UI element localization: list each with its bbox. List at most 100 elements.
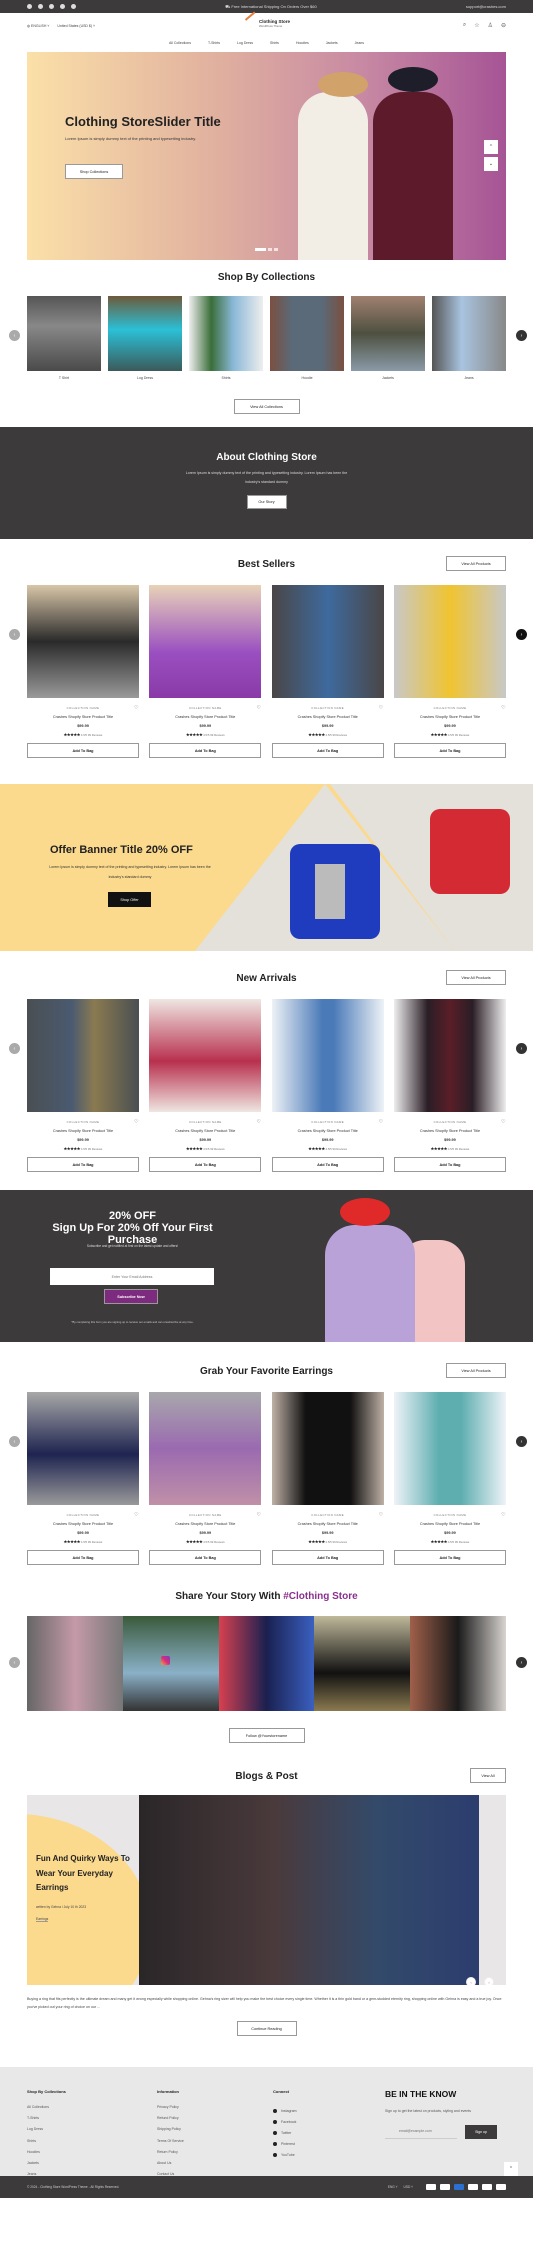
add-to-bag-button[interactable]: Add To Bag	[27, 743, 139, 758]
add-to-bag-button[interactable]: Add To Bag	[393, 1157, 506, 1172]
add-to-bag-button[interactable]: Add To Bag	[271, 1157, 384, 1172]
collection-item[interactable]: Log Dress	[108, 296, 182, 380]
product-title[interactable]: Crashes Shopify Store Product Title	[27, 1522, 139, 1526]
product-card[interactable]: COLLECTION NAME ♡ Crashes Shopify Store Pr…	[393, 1392, 506, 1565]
footer-link[interactable]: Refund Policy	[157, 2116, 273, 2127]
product-title[interactable]: Crashes Shopify Store Product Title	[27, 1129, 139, 1133]
product-image[interactable]	[27, 585, 139, 698]
heart-icon[interactable]: ♡	[134, 705, 139, 711]
footer-link[interactable]: Jeans	[27, 2172, 157, 2183]
currency-selector[interactable]: United States (USD $) ˅	[57, 24, 95, 28]
facebook-icon[interactable]	[27, 4, 32, 9]
product-image[interactable]	[271, 999, 384, 1112]
product-title[interactable]: Crashes Shopify Store Product Title	[394, 1129, 506, 1133]
view-all-products-button[interactable]: View All Products	[446, 1363, 506, 1378]
continue-reading-button[interactable]: Continue Reading	[236, 2021, 297, 2036]
product-title[interactable]: Crashes Shopify Store Product Title	[149, 715, 261, 719]
nav-shirts[interactable]: Shirts	[270, 41, 279, 45]
footer-link[interactable]: Jackets	[27, 2161, 157, 2172]
heart-icon[interactable]: ♡	[134, 1119, 139, 1125]
footer-link[interactable]: All Collections	[27, 2105, 157, 2116]
instagram-post[interactable]	[122, 1616, 219, 1711]
product-title[interactable]: Crashes Shopify Store Product Title	[149, 1522, 261, 1526]
view-all-products-button[interactable]: View All Products	[446, 970, 506, 985]
heart-icon[interactable]: ♡	[256, 1119, 261, 1125]
logo[interactable]: Clothing Store WordPress Theme	[243, 16, 290, 30]
account-icon[interactable]: ♙	[488, 22, 493, 29]
search-icon[interactable]: ⌕	[463, 22, 466, 29]
sign-up-button[interactable]: Sign up	[465, 2124, 497, 2139]
product-card[interactable]: COLLECTION NAME ♡ Crashes Shopify Store Pr…	[149, 999, 262, 1172]
product-title[interactable]: Crashes Shopify Store Product Title	[394, 715, 506, 719]
heart-icon[interactable]: ♡	[256, 705, 261, 711]
product-image[interactable]	[149, 585, 262, 698]
collection-item[interactable]: Shirts	[189, 296, 263, 380]
heart-icon[interactable]: ♡	[501, 1119, 506, 1125]
footer-link[interactable]: Hoodies	[27, 2150, 157, 2161]
footer-link[interactable]: Terms Of Service	[157, 2139, 273, 2150]
product-card[interactable]: COLLECTION NAME ♡ Crashes Shopify Store Pr…	[393, 585, 506, 758]
slide-up-arrow[interactable]: ⌃	[484, 140, 498, 154]
product-title[interactable]: Crashes Shopify Store Product Title	[272, 1522, 384, 1526]
add-to-bag-button[interactable]: Add To Bag	[271, 1550, 384, 1565]
youtube-icon[interactable]	[60, 4, 65, 9]
nav-log-dress[interactable]: Log Dress	[237, 41, 253, 45]
add-to-bag-button[interactable]: Add To Bag	[27, 1550, 139, 1565]
view-all-blogs-button[interactable]: View All	[470, 1768, 506, 1783]
product-image[interactable]	[271, 1392, 384, 1505]
prev-arrow[interactable]: ‹	[9, 629, 20, 640]
collection-item[interactable]: T Shirt	[27, 296, 101, 380]
slide-dot[interactable]	[255, 248, 266, 251]
blog-next-arrow[interactable]: ›	[484, 1977, 494, 1985]
add-to-bag-button[interactable]: Add To Bag	[149, 1157, 262, 1172]
collection-item[interactable]: Hoodie	[270, 296, 344, 380]
footer-link[interactable]: Shirts	[27, 2139, 157, 2150]
add-to-bag-button[interactable]: Add To Bag	[149, 743, 262, 758]
product-image[interactable]	[27, 1392, 139, 1505]
heart-icon[interactable]: ♡	[379, 1119, 384, 1125]
footer-facebook-link[interactable]: Facebook	[273, 2116, 385, 2127]
product-image[interactable]	[149, 999, 262, 1112]
add-to-bag-button[interactable]: Add To Bag	[27, 1157, 139, 1172]
prev-arrow[interactable]: ‹	[9, 1657, 20, 1668]
product-title[interactable]: Crashes Shopify Store Product Title	[272, 1129, 384, 1133]
heart-icon[interactable]: ♡	[379, 1512, 384, 1518]
collection-item[interactable]: Jackets	[351, 296, 425, 380]
instagram-post[interactable]	[218, 1616, 315, 1711]
shop-offer-button[interactable]: Shop Offer	[108, 892, 151, 907]
add-to-bag-button[interactable]: Add To Bag	[271, 743, 384, 758]
prev-arrow[interactable]: ‹	[9, 1043, 20, 1054]
product-card[interactable]: COLLECTION NAME ♡ Crashes Shopify Store Pr…	[271, 585, 384, 758]
product-image[interactable]	[393, 585, 506, 698]
footer-link[interactable]: About Us	[157, 2161, 273, 2172]
email-input[interactable]	[50, 1268, 214, 1285]
view-all-collections-button[interactable]: View All Collections	[233, 399, 300, 414]
follow-button[interactable]: Follow @Yourstorename	[228, 1728, 305, 1743]
next-arrow[interactable]: ›	[516, 330, 527, 341]
footer-currency-selector[interactable]: USD ˅	[404, 2185, 413, 2189]
product-card[interactable]: COLLECTION NAME ♡ Crashes Shopify Store Pr…	[271, 999, 384, 1172]
product-card[interactable]: COLLECTION NAME ♡ Crashes Shopify Store Pr…	[27, 585, 139, 758]
footer-link[interactable]: Privacy Policy	[157, 2105, 273, 2116]
product-card[interactable]: COLLECTION NAME ♡ Crashes Shopify Store Pr…	[27, 1392, 139, 1565]
footer-email-input[interactable]	[385, 2124, 457, 2139]
product-image[interactable]	[271, 585, 384, 698]
cart-icon[interactable]: ⊖	[501, 22, 506, 29]
heart-icon[interactable]: ♡	[134, 1512, 139, 1518]
product-title[interactable]: Crashes Shopify Store Product Title	[272, 715, 384, 719]
instagram-post[interactable]	[410, 1616, 506, 1711]
product-image[interactable]	[149, 1392, 262, 1505]
product-image[interactable]	[393, 1392, 506, 1505]
slide-down-arrow[interactable]: ⌄	[484, 157, 498, 171]
product-card[interactable]: COLLECTION NAME ♡ Crashes Shopify Store Pr…	[27, 999, 139, 1172]
product-title[interactable]: Crashes Shopify Store Product Title	[149, 1129, 261, 1133]
nav-t-shirts[interactable]: T-Shirts	[208, 41, 220, 45]
twitter-icon[interactable]	[49, 4, 54, 9]
shop-collections-button[interactable]: Shop Collections	[65, 164, 123, 179]
add-to-bag-button[interactable]: Add To Bag	[393, 1550, 506, 1565]
add-to-bag-button[interactable]: Add To Bag	[393, 743, 506, 758]
instagram-post[interactable]	[27, 1616, 123, 1711]
next-arrow[interactable]: ›	[516, 1657, 527, 1668]
add-to-bag-button[interactable]: Add To Bag	[149, 1550, 262, 1565]
heart-icon[interactable]: ♡	[379, 705, 384, 711]
